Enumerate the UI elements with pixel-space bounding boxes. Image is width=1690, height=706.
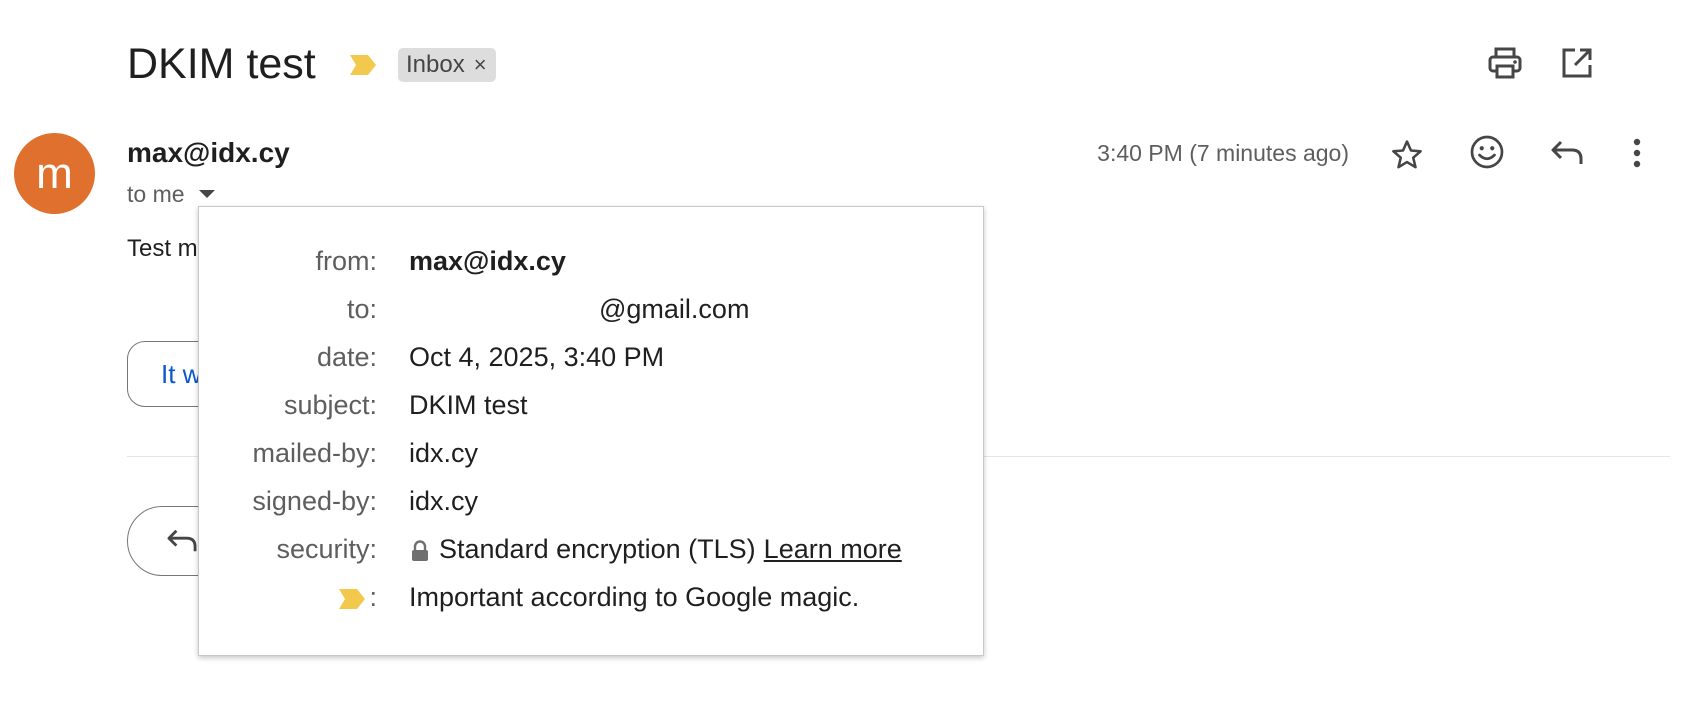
more-options-icon[interactable] [1615,128,1659,178]
message-body: Test m [127,235,198,262]
details-row-from: from: max@idx.cy [199,241,985,281]
sender-name[interactable]: max@idx.cy [127,136,290,170]
details-value: Important according to Google magic. [409,582,860,612]
details-value: idx.cy [409,486,479,516]
lock-icon [412,540,428,561]
details-row-mailed-by: mailed-by: idx.cy [199,433,985,473]
details-label: date: [316,342,377,372]
details-value: @gmail.com [599,294,750,324]
details-label-importance: : [339,577,377,617]
details-label: signed-by: [252,486,377,516]
inbox-label-chip: Inbox × [398,48,496,82]
email-subject-title: DKIM test [127,40,316,88]
inbox-label-text: Inbox [406,51,465,78]
sender-avatar[interactable]: m [14,133,95,214]
recipient-summary[interactable]: to me [127,180,215,208]
details-value: max@idx.cy [409,246,566,276]
details-label: mailed-by: [252,438,377,468]
details-label: security: [276,534,377,564]
details-security-value: Standard encryption (TLS) Learn more [399,529,902,569]
open-in-new-window-icon[interactable] [1555,41,1599,85]
details-label: subject: [283,390,377,420]
remove-label-icon[interactable]: × [474,52,487,78]
details-value: Oct 4, 2025, 3:40 PM [409,342,665,372]
message-timestamp: 3:40 PM (7 minutes ago) [1097,140,1349,166]
details-value: DKIM test [409,390,528,420]
details-value: idx.cy [409,438,479,468]
details-label: from: [315,246,377,276]
details-label: to: [346,294,377,324]
print-icon[interactable] [1483,41,1527,85]
star-icon[interactable] [1382,130,1432,180]
details-row-importance: : Important according to Google magic. [199,577,985,617]
show-details-caret-icon[interactable] [198,190,215,198]
message-details-popup: from: max@idx.cy to: @gmail.com date: Oc… [198,206,984,656]
reply-button-icon [167,529,197,552]
emoji-react-icon[interactable] [1462,127,1512,177]
importance-marker-icon [339,588,366,609]
recipient-summary-text: to me [127,181,185,207]
details-label: : [369,582,377,612]
reply-icon[interactable] [1542,128,1592,178]
security-text: Standard encryption (TLS) [439,534,756,564]
details-row-signed-by: signed-by: idx.cy [199,481,985,521]
details-row-subject: subject: DKIM test [199,385,985,425]
details-row-date: date: Oct 4, 2025, 3:40 PM [199,337,985,377]
details-row-to: to: @gmail.com [199,289,985,329]
learn-more-link[interactable]: Learn more [764,534,902,564]
importance-marker-icon[interactable] [350,55,376,75]
details-row-security: security: Standard encryption (TLS) Learn… [199,529,985,569]
